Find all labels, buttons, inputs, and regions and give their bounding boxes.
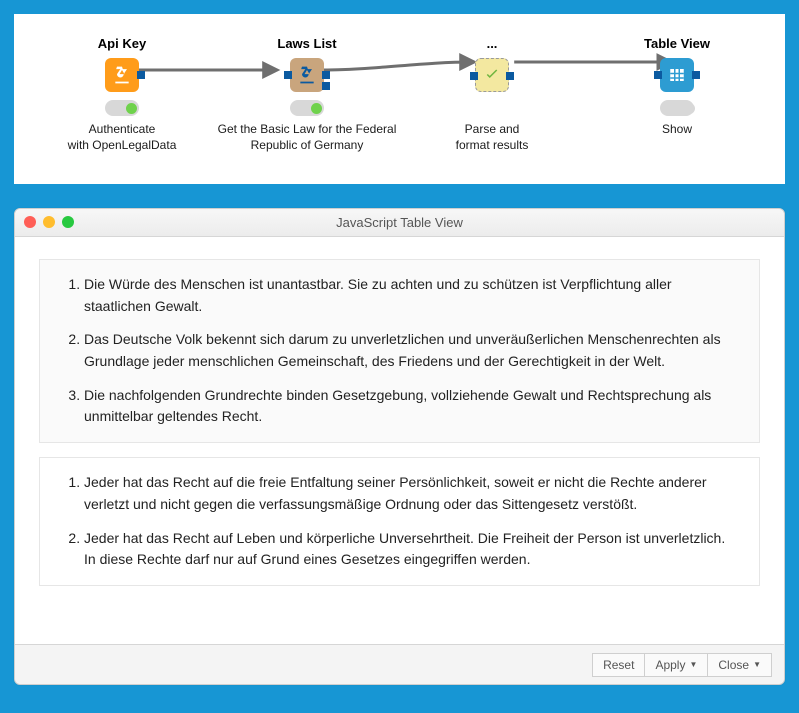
- minimize-window-button[interactable]: [43, 216, 55, 228]
- metanode-icon: [475, 58, 509, 92]
- chevron-down-icon: ▼: [753, 660, 761, 669]
- output-port[interactable]: [692, 71, 700, 79]
- output-port[interactable]: [506, 72, 514, 80]
- output-port-2[interactable]: [322, 82, 330, 90]
- button-label: Reset: [603, 658, 634, 672]
- node-title: Table View: [644, 36, 710, 52]
- table-icon: [660, 58, 694, 92]
- node-title: Api Key: [98, 36, 146, 52]
- node-parse-format[interactable]: ... Parse andformat results: [402, 36, 582, 153]
- node-description: Get the Basic Law for the FederalRepubli…: [218, 122, 397, 153]
- zoom-window-button[interactable]: [62, 216, 74, 228]
- law-item: Jeder hat das Recht auf Leben und körper…: [84, 528, 739, 571]
- table-row: Die Würde des Menschen ist unantastbar. …: [39, 259, 760, 443]
- window-body: Die Würde des Menschen ist unantastbar. …: [15, 237, 784, 644]
- window-footer: Reset Apply ▼ Close ▼: [15, 644, 784, 684]
- button-label: Apply: [655, 658, 685, 672]
- workflow-panel: Api Key Authenticatewith OpenLegalData L…: [14, 14, 785, 184]
- output-port[interactable]: [322, 71, 330, 79]
- node-title: ...: [487, 36, 498, 52]
- law-item: Die Würde des Menschen ist unantastbar. …: [84, 274, 739, 317]
- titlebar[interactable]: JavaScript Table View: [15, 209, 784, 237]
- scales-icon: [290, 58, 324, 92]
- status-indicator: [105, 100, 139, 116]
- apply-button[interactable]: Apply ▼: [645, 653, 708, 677]
- law-item: Jeder hat das Recht auf die freie Entfal…: [84, 472, 739, 515]
- node-description: Show: [662, 122, 692, 138]
- node-table-view[interactable]: Table View Show: [587, 36, 767, 138]
- law-item: Die nachfolgenden Grundrechte binden Ges…: [84, 385, 739, 428]
- node-description: Authenticatewith OpenLegalData: [68, 122, 177, 153]
- output-port[interactable]: [137, 71, 145, 79]
- status-indicator: [660, 100, 694, 116]
- input-port[interactable]: [654, 71, 662, 79]
- table-view-window: JavaScript Table View Die Würde des Mens…: [14, 208, 785, 685]
- node-laws-list[interactable]: Laws List Get the Basic Law for the Fede…: [217, 36, 397, 153]
- node-description: Parse andformat results: [456, 122, 529, 153]
- node-title: Laws List: [277, 36, 336, 52]
- window-controls: [24, 216, 74, 228]
- input-port[interactable]: [284, 71, 292, 79]
- scales-icon: [105, 58, 139, 92]
- input-port[interactable]: [470, 72, 478, 80]
- law-item: Das Deutsche Volk bekennt sich darum zu …: [84, 329, 739, 372]
- window-title: JavaScript Table View: [336, 215, 463, 230]
- button-label: Close: [718, 658, 749, 672]
- reset-button[interactable]: Reset: [592, 653, 645, 677]
- table-row: Jeder hat das Recht auf die freie Entfal…: [39, 457, 760, 586]
- close-window-button[interactable]: [24, 216, 36, 228]
- close-button[interactable]: Close ▼: [708, 653, 772, 677]
- chevron-down-icon: ▼: [689, 660, 697, 669]
- status-indicator: [290, 100, 324, 116]
- node-api-key[interactable]: Api Key Authenticatewith OpenLegalData: [32, 36, 212, 153]
